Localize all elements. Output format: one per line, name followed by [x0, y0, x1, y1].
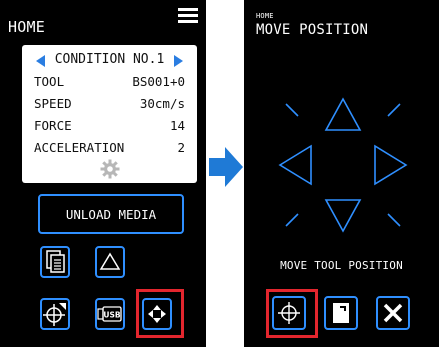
origin-button[interactable] — [40, 298, 70, 330]
condition-value: 14 — [169, 118, 185, 133]
condition-card: CONDITION NO.1 TOOL BS001+0 SPEED 30cm/s… — [22, 45, 197, 183]
highlight-frame — [136, 289, 184, 338]
usb-button[interactable]: USB — [95, 298, 125, 330]
menu-button[interactable] — [324, 296, 358, 330]
condition-header: CONDITION NO.1 — [54, 52, 165, 67]
condition-value: 2 — [177, 140, 185, 155]
move-down-right-icon[interactable] — [387, 213, 401, 227]
usb-label: USB — [103, 311, 120, 320]
breadcrumb[interactable]: HOME — [256, 12, 274, 20]
highlight-frame — [266, 289, 318, 338]
move-tool-caption: MOVE TOOL POSITION — [280, 259, 403, 272]
move-down-left-icon[interactable] — [285, 213, 299, 227]
condition-value: BS001+0 — [132, 74, 185, 89]
close-icon — [383, 303, 403, 323]
copy-button[interactable] — [40, 246, 70, 278]
unload-media-label: UNLOAD MEDIA — [65, 207, 157, 222]
condition-key: SPEED — [34, 96, 72, 111]
origin-crosshair-icon — [43, 303, 66, 326]
condition-row-acceleration: ACCELERATION 2 — [34, 140, 185, 160]
direction-pad-icon — [278, 97, 408, 233]
hamburger-icon[interactable] — [178, 8, 198, 23]
test-cut-button[interactable] — [95, 246, 125, 278]
condition-row-tool: TOOL BS001+0 — [34, 74, 185, 94]
triangle-icon — [99, 252, 121, 270]
next-condition-icon[interactable] — [174, 55, 183, 67]
condition-key: TOOL — [34, 74, 65, 89]
unload-media-button[interactable]: UNLOAD MEDIA — [38, 194, 184, 234]
transition-arrow-icon — [209, 147, 243, 187]
move-left-icon[interactable] — [278, 144, 312, 186]
condition-value: 30cm/s — [139, 96, 185, 111]
condition-row-speed: SPEED 30cm/s — [34, 96, 185, 116]
condition-key: FORCE — [34, 118, 72, 133]
gear-icon[interactable] — [100, 159, 120, 179]
menu-document-icon — [333, 303, 349, 323]
copy-icon — [46, 250, 65, 273]
move-down-icon[interactable] — [324, 199, 362, 233]
move-right-icon[interactable] — [374, 144, 408, 186]
condition-key: ACCELERATION — [34, 140, 125, 155]
move-up-icon[interactable] — [324, 97, 362, 131]
close-button[interactable] — [376, 296, 410, 330]
page-title: MOVE POSITION — [256, 22, 369, 38]
move-up-left-icon[interactable] — [285, 103, 299, 117]
page-title: HOME — [8, 18, 45, 36]
move-up-right-icon[interactable] — [387, 103, 401, 117]
condition-row-force: FORCE 14 — [34, 118, 185, 138]
usb-icon: USB — [97, 306, 122, 322]
